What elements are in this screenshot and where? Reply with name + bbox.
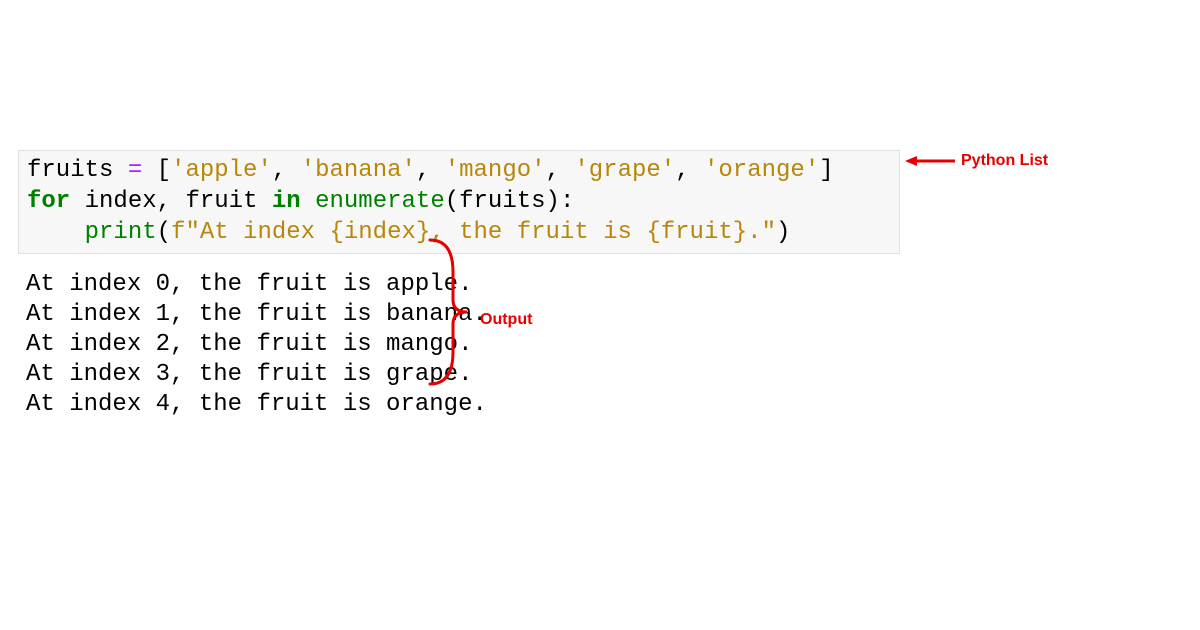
code-token-kw: in bbox=[272, 188, 301, 215]
code-token-punct: [ bbox=[157, 157, 171, 184]
arrow-left-icon bbox=[905, 154, 955, 168]
annotation-python-list: Python List bbox=[905, 152, 1048, 170]
code-token-var: fruits bbox=[459, 188, 545, 215]
code-token-op: = bbox=[113, 157, 156, 184]
code-token-punct: , bbox=[272, 157, 301, 184]
code-token-punct: ( bbox=[157, 219, 171, 246]
code-token-punct: ] bbox=[819, 157, 833, 184]
code-token-str: 'orange' bbox=[704, 157, 819, 184]
code-token-str: 'mango' bbox=[445, 157, 546, 184]
annotation-label: Python List bbox=[961, 152, 1048, 170]
brace-icon bbox=[425, 232, 475, 392]
code-token-interp: {fruit} bbox=[646, 219, 747, 246]
code-token-var: fruits bbox=[27, 157, 113, 184]
code-token-sp bbox=[70, 188, 84, 215]
code-token-var: index bbox=[85, 188, 157, 215]
code-token-builtin: enumerate bbox=[315, 188, 445, 215]
code-token-punct: , bbox=[157, 188, 186, 215]
annotation-output: Output bbox=[480, 311, 532, 329]
code-token-punct: ) bbox=[776, 219, 790, 246]
code-token-indent bbox=[27, 219, 85, 246]
code-token-punct: ( bbox=[445, 188, 459, 215]
output-line: At index 3, the fruit is grape. bbox=[26, 361, 472, 388]
code-token-sp bbox=[257, 188, 271, 215]
output-line: At index 1, the fruit is banana. bbox=[26, 301, 487, 328]
code-token-kw: for bbox=[27, 188, 70, 215]
annotation-label: Output bbox=[480, 311, 532, 329]
code-token-str: 'banana' bbox=[301, 157, 416, 184]
output-line: At index 2, the fruit is mango. bbox=[26, 331, 472, 358]
code-token-f: f bbox=[171, 219, 185, 246]
code-token-str: "At index bbox=[185, 219, 329, 246]
code-token-builtin: print bbox=[85, 219, 157, 246]
code-token-var: fruit bbox=[185, 188, 257, 215]
code-token-punct: , bbox=[675, 157, 704, 184]
code-token-str: 'apple' bbox=[171, 157, 272, 184]
output-line: At index 0, the fruit is apple. bbox=[26, 271, 472, 298]
code-token-str: ." bbox=[747, 219, 776, 246]
output-block: At index 0, the fruit is apple. At index… bbox=[18, 266, 1200, 424]
code-token-interp: {index} bbox=[329, 219, 430, 246]
code-token-sp bbox=[301, 188, 315, 215]
code-token-punct: ): bbox=[546, 188, 575, 215]
code-token-punct: , bbox=[416, 157, 445, 184]
output-line: At index 4, the fruit is orange. bbox=[26, 391, 487, 418]
code-token-str: 'grape' bbox=[574, 157, 675, 184]
code-token-punct: , bbox=[546, 157, 575, 184]
